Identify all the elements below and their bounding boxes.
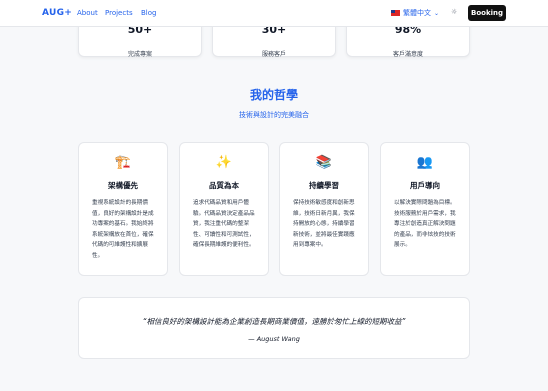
card-title: 用戶導向 [410, 181, 440, 190]
language-selector[interactable]: 繁體中文 ⌄ [391, 8, 439, 18]
card-title: 品質為本 [209, 181, 239, 190]
nav-link-projects[interactable]: Projects [105, 9, 133, 17]
quote-card: “相信良好的架構設計能為企業創造長期商業價值，遠勝於匆忙上線的短期收益” — A… [78, 297, 470, 359]
taiwan-flag-icon [391, 10, 400, 16]
language-label: 繁體中文 [403, 9, 431, 17]
card-title: 架構優先 [108, 181, 138, 190]
philosophy-card-quality: ✨ 品質為本 追求代碼品質和用戶體驗。代碼品質決定產品品質，我注重代碼的整潔性、… [179, 142, 269, 276]
users-icon: 👥 [416, 155, 434, 170]
quote-text: “相信良好的架構設計能為企業創造長期商業價值，遠勝於匆忙上線的短期收益” [142, 317, 406, 326]
booking-button[interactable]: Booking [468, 5, 506, 21]
stat-label: 客戶滿意度 [392, 51, 423, 58]
card-description: 以解決實際問題為目標。技術服務於用戶需求，我專注於創造真正解決問題的產品，而非炫… [394, 200, 456, 249]
crane-icon: 🏗️ [114, 155, 132, 170]
quote-author: — August Wang [248, 335, 300, 343]
card-description: 追求代碼品質和用戶體驗。代碼品質決定產品品質，我注重代碼的整潔性、可讀性和可測試… [193, 200, 255, 249]
section-subtitle: 技術與設計的完美融合 [239, 111, 309, 119]
philosophy-card-user: 👥 用戶導向 以解決實際問題為目標。技術服務於用戶需求，我專注於創造真正解決問題… [380, 142, 470, 276]
logo[interactable]: AUG+ [42, 8, 72, 18]
card-description: 保持技術敏感度和創新思維，技術日新月異，我保持開放的心態，持續學習新技術，並將最… [293, 200, 355, 249]
sparkles-icon: ✨ [215, 155, 233, 170]
navbar: AUG+ About Projects Blog 繁體中文 ⌄ ☼ Bookin… [0, 0, 548, 27]
section-title: 我的哲學 [249, 88, 298, 102]
card-description: 重視系統設計的長期價值，良好的架構設計是成功專案的基石。我始終將系統架構放在首位… [92, 200, 154, 259]
books-icon: 📚 [315, 155, 333, 170]
stat-label: 完成專案 [127, 51, 152, 58]
philosophy-card-architecture: 🏗️ 架構優先 重視系統設計的長期價值，良好的架構設計是成功專案的基石。我始終將… [78, 142, 168, 276]
card-title: 持續學習 [309, 181, 339, 190]
nav-link-about[interactable]: About [77, 9, 98, 17]
chevron-down-icon: ⌄ [434, 9, 440, 17]
theme-toggle-icon[interactable]: ☼ [451, 8, 457, 16]
philosophy-card-learning: 📚 持續學習 保持技術敏感度和創新思維，技術日新月異，我保持開放的心態，持續學習… [279, 142, 369, 276]
nav-link-blog[interactable]: Blog [141, 9, 156, 17]
stat-label: 服務客戶 [261, 51, 286, 58]
